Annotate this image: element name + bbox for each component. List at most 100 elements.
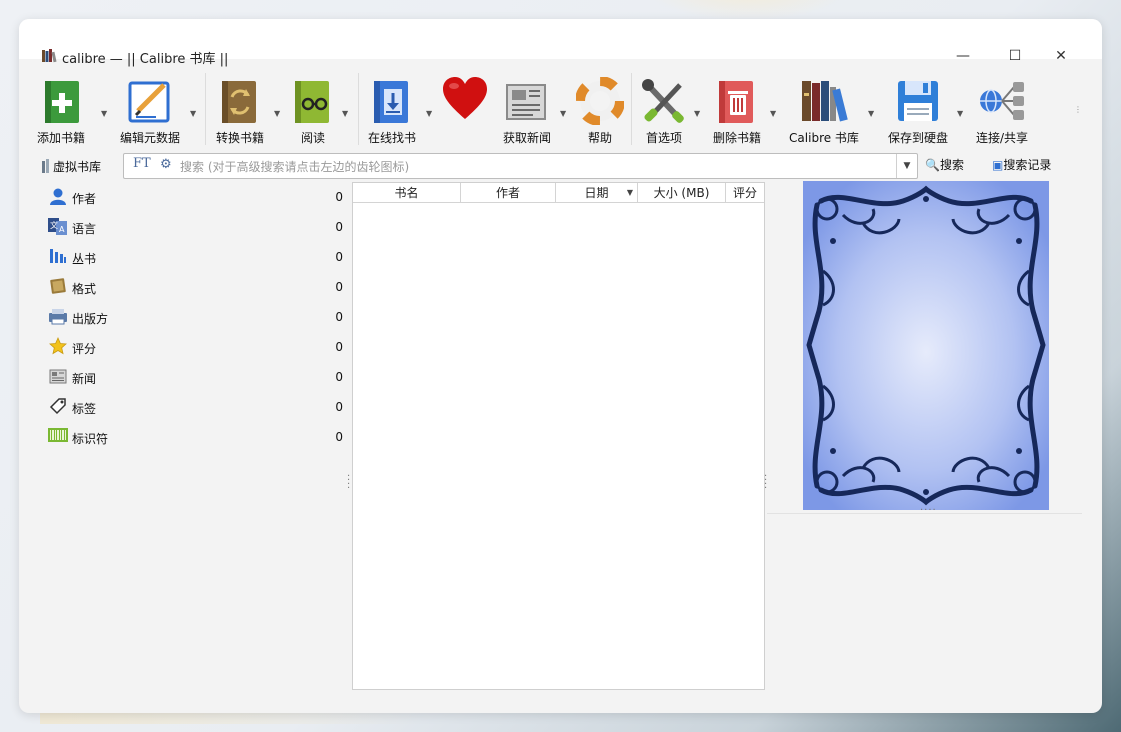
window-title: calibre — || Calibre 书库 || bbox=[62, 52, 229, 67]
toolbar-overflow-handle[interactable]: ⋮ bbox=[1074, 105, 1082, 114]
toolbar-label: 转换书籍 bbox=[215, 131, 264, 145]
convert-books-button[interactable]: 转换书籍 bbox=[211, 69, 269, 149]
column-header-date-label: 日期 bbox=[584, 186, 609, 200]
tag-count: 0 bbox=[335, 430, 343, 444]
preferences-button[interactable]: 首选项 bbox=[637, 69, 691, 149]
author-icon bbox=[48, 187, 68, 205]
tag-label: 出版方 bbox=[72, 312, 109, 326]
toolbar-label: 获取新闻 bbox=[502, 131, 551, 145]
full-text-search-icon[interactable]: FT bbox=[133, 156, 151, 171]
read-book-icon bbox=[295, 81, 329, 123]
toolbar-label: 在线找书 bbox=[367, 131, 416, 145]
tag-item-languages[interactable]: 文A 语言 0 bbox=[41, 211, 351, 241]
column-header-title[interactable]: 书名 bbox=[353, 183, 461, 203]
search-button-label: 搜索 bbox=[939, 158, 964, 172]
splitter-handle-left[interactable]: · · · · bbox=[347, 472, 350, 494]
saved-search-icon: ▣ bbox=[992, 158, 1004, 172]
search-button[interactable]: 🔍搜索 bbox=[925, 156, 964, 173]
read-book-button[interactable]: 阅读 bbox=[289, 69, 337, 149]
tag-item-publisher[interactable]: 出版方 0 bbox=[41, 301, 351, 331]
save-disk-icon bbox=[898, 81, 938, 121]
tag-item-rating[interactable]: 评分 0 bbox=[41, 331, 351, 361]
help-button[interactable]: 帮助 bbox=[576, 69, 624, 149]
read-book-dropdown-arrow[interactable]: ▼ bbox=[342, 109, 350, 118]
tag-item-formats[interactable]: 格式 0 bbox=[41, 271, 351, 301]
heart-icon bbox=[443, 77, 487, 119]
donate-button[interactable] bbox=[440, 69, 490, 149]
add-book-icon bbox=[45, 81, 79, 123]
remove-books-dropdown-arrow[interactable]: ▼ bbox=[770, 109, 778, 118]
search-bar-row: 虚拟书库 FT ⚙ 搜索 (对于高级搜索请点击左边的齿轮图标) ▼ 🔍搜索 ▣搜… bbox=[19, 152, 1102, 180]
toolbar-label: 添加书籍 bbox=[36, 131, 85, 145]
tag-label: 评分 bbox=[72, 342, 97, 356]
calibre-library-dropdown-arrow[interactable]: ▼ bbox=[868, 109, 876, 118]
tag-item-series[interactable]: 丛书 0 bbox=[41, 241, 351, 271]
library-books-icon bbox=[802, 81, 848, 122]
chevron-down-icon[interactable]: ▼ bbox=[896, 154, 917, 178]
book-list[interactable]: 书名 作者 日期 ▼ 大小 (MB) 评分 bbox=[352, 182, 765, 690]
tag-count: 0 bbox=[335, 280, 343, 294]
tag-count: 0 bbox=[335, 400, 343, 414]
connect-share-button[interactable]: 连接/共享 bbox=[973, 69, 1031, 149]
remove-books-button[interactable]: 删除书籍 bbox=[709, 69, 765, 149]
virtual-library-button[interactable]: 虚拟书库 bbox=[53, 158, 101, 175]
calibre-library-button[interactable]: Calibre 书库 bbox=[787, 69, 861, 149]
column-header-size[interactable]: 大小 (MB) bbox=[638, 183, 726, 203]
convert-books-dropdown-arrow[interactable]: ▼ bbox=[274, 109, 282, 118]
tag-item-news[interactable]: 新闻 0 bbox=[41, 361, 351, 391]
tag-label: 新闻 bbox=[72, 372, 97, 386]
preferences-dropdown-arrow[interactable]: ▼ bbox=[694, 109, 702, 118]
search-history-button[interactable]: ▣搜索记录 bbox=[992, 156, 1051, 173]
tag-count: 0 bbox=[335, 190, 343, 204]
title-bar: calibre — || Calibre 书库 || — ☐ ✕ bbox=[19, 19, 1102, 67]
column-header-author[interactable]: 作者 bbox=[461, 183, 556, 203]
toolbar-separator bbox=[205, 73, 206, 145]
close-button[interactable]: ✕ bbox=[1045, 45, 1077, 67]
news-icon bbox=[48, 367, 68, 385]
cover-panel bbox=[767, 181, 1082, 511]
search-input[interactable]: FT ⚙ 搜索 (对于高级搜索请点击左边的齿轮图标) ▼ bbox=[123, 153, 918, 179]
tag-item-tags[interactable]: 标签 0 bbox=[41, 391, 351, 421]
get-books-button[interactable]: 在线找书 bbox=[364, 69, 420, 149]
toolbar-label: 删除书籍 bbox=[712, 131, 761, 145]
fetch-news-dropdown-arrow[interactable]: ▼ bbox=[560, 109, 568, 118]
calibre-app-icon bbox=[42, 49, 57, 63]
tag-label: 丛书 bbox=[72, 252, 97, 266]
toolbar-label: 编辑元数据 bbox=[119, 131, 180, 145]
get-books-dropdown-arrow[interactable]: ▼ bbox=[426, 109, 434, 118]
toolbar-label: 首选项 bbox=[645, 131, 682, 145]
sort-descending-icon: ▼ bbox=[626, 188, 633, 197]
news-icon bbox=[506, 84, 546, 120]
main-toolbar: 添加书籍 ▼ 编辑元数据 ▼ 转换书籍 ▼ 阅读 ▼ 在线找书 ▼ 获取新闻 ▼… bbox=[19, 69, 1102, 149]
search-placeholder: 搜索 (对于高级搜索请点击左边的齿轮图标) bbox=[180, 160, 410, 174]
tag-icon bbox=[48, 397, 68, 415]
virtual-library-icon bbox=[42, 158, 50, 173]
tag-count: 0 bbox=[335, 370, 343, 384]
search-history-label: 搜索记录 bbox=[1003, 158, 1052, 172]
add-books-button[interactable]: 添加书籍 bbox=[33, 69, 89, 149]
book-details-panel bbox=[767, 513, 1082, 690]
tag-count: 0 bbox=[335, 250, 343, 264]
svg-text:文: 文 bbox=[50, 220, 58, 230]
tag-browser: 作者 0 文A 语言 0 丛书 0 格式 0 出版方 0 评分 0 新闻 0 标… bbox=[41, 181, 351, 689]
tag-item-identifiers[interactable]: 标识符 0 bbox=[41, 421, 351, 451]
toolbar-separator bbox=[631, 73, 632, 145]
gear-icon[interactable]: ⚙ bbox=[160, 157, 172, 172]
tag-item-authors[interactable]: 作者 0 bbox=[41, 181, 351, 211]
column-header-rating[interactable]: 评分 bbox=[726, 183, 764, 203]
save-to-disk-dropdown-arrow[interactable]: ▼ bbox=[957, 109, 965, 118]
tag-label: 作者 bbox=[72, 192, 97, 206]
save-to-disk-button[interactable]: 保存到硬盘 bbox=[885, 69, 951, 149]
add-books-dropdown-arrow[interactable]: ▼ bbox=[101, 109, 109, 118]
tag-count: 0 bbox=[335, 220, 343, 234]
maximize-button[interactable]: ☐ bbox=[999, 45, 1031, 67]
calibre-window: calibre — || Calibre 书库 || — ☐ ✕ 添加书籍 ▼ bbox=[19, 19, 1102, 713]
minimize-button[interactable]: — bbox=[947, 45, 979, 67]
tag-label: 标识符 bbox=[72, 432, 109, 446]
edit-metadata-button[interactable]: 编辑元数据 bbox=[115, 69, 185, 149]
column-header-date[interactable]: 日期 ▼ bbox=[556, 183, 638, 203]
fetch-news-button[interactable]: 获取新闻 bbox=[500, 69, 554, 149]
download-book-icon bbox=[374, 81, 408, 123]
edit-metadata-dropdown-arrow[interactable]: ▼ bbox=[190, 109, 198, 118]
toolbar-separator bbox=[358, 73, 359, 145]
